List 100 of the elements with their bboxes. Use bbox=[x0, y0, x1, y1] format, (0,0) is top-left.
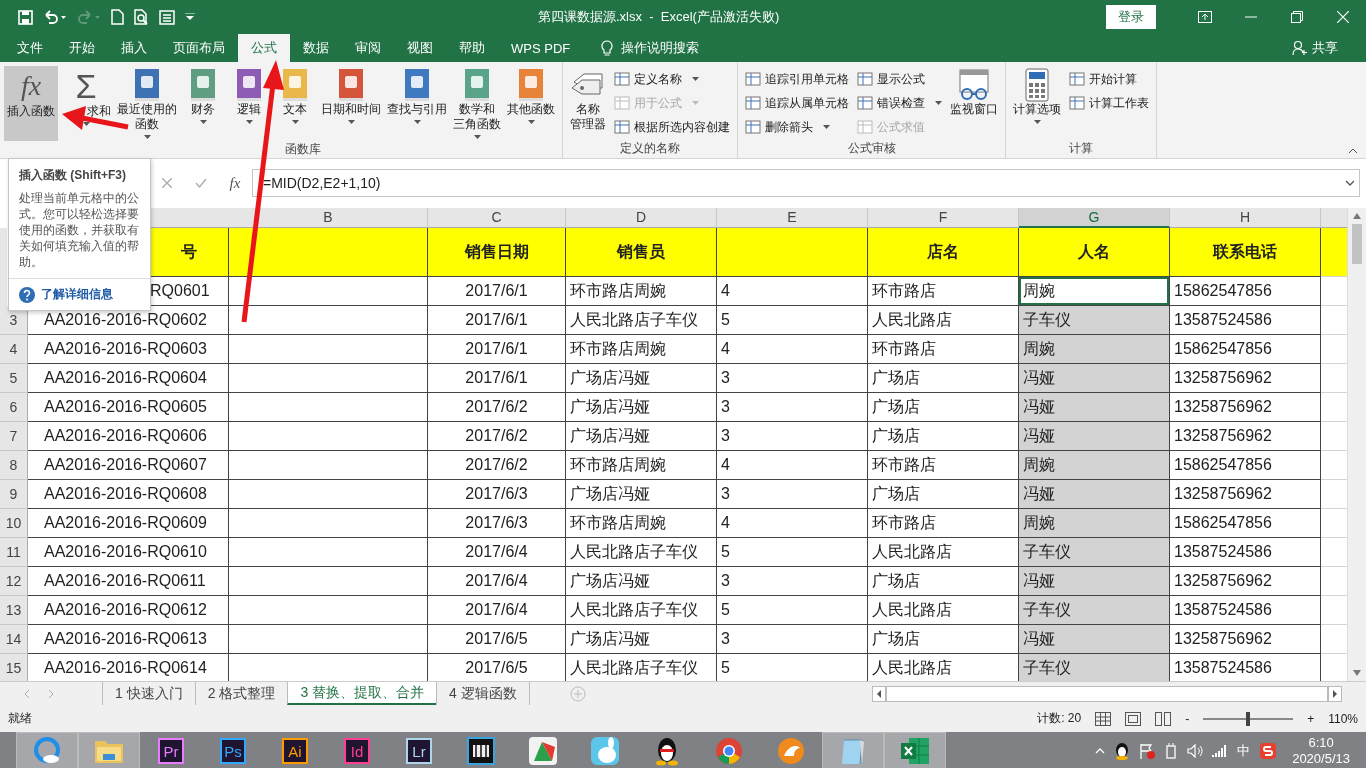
device-icon[interactable] bbox=[1164, 743, 1179, 759]
table-cell: AA2016-2016-RQ0612 bbox=[28, 596, 229, 625]
toolbar-button[interactable] bbox=[43, 10, 67, 24]
ribbon-tab[interactable]: 页面布局 bbox=[160, 34, 238, 62]
row-header[interactable]: 11 bbox=[0, 538, 28, 567]
ribbon-tab[interactable]: 插入 bbox=[108, 34, 160, 62]
ribbon-button[interactable]: 计算工作表 bbox=[1066, 92, 1152, 114]
column-header[interactable]: C bbox=[428, 208, 566, 228]
ribbon-button[interactable]: 定义名称 bbox=[611, 68, 733, 90]
ribbon-button[interactable]: 最近使用的 函数 bbox=[114, 66, 180, 141]
sheet-tab[interactable]: 3 替换、提取、合并 bbox=[287, 682, 437, 705]
column-header[interactable]: B bbox=[229, 208, 428, 228]
ribbon-button[interactable]: 追踪引用单元格 bbox=[742, 68, 852, 90]
taskbar-button[interactable]: Pr bbox=[140, 732, 202, 768]
normal-view-icon[interactable] bbox=[1095, 711, 1112, 726]
horizontal-scrollbar[interactable] bbox=[886, 685, 1328, 702]
toolbar-button[interactable] bbox=[111, 9, 124, 25]
next-sheet-icon[interactable] bbox=[48, 689, 54, 698]
row-header[interactable]: 10 bbox=[0, 509, 28, 538]
previous-sheet-icon[interactable] bbox=[24, 689, 30, 698]
scroll-left-icon[interactable] bbox=[872, 685, 886, 702]
taskbar-button[interactable]: Ps bbox=[202, 732, 264, 768]
table-cell: 13258756962 bbox=[1170, 364, 1321, 393]
column-header[interactable]: E bbox=[717, 208, 868, 228]
penguin-icon[interactable] bbox=[1114, 742, 1131, 760]
row-header[interactable]: 6 bbox=[0, 393, 28, 422]
ribbon-button[interactable]: 开始计算 bbox=[1066, 68, 1152, 90]
search-hint[interactable]: 操作说明搜索 bbox=[621, 39, 700, 57]
clock-time[interactable]: 6:10 bbox=[1308, 735, 1334, 751]
flag-icon[interactable] bbox=[1139, 743, 1156, 759]
row-header[interactable]: 7 bbox=[0, 422, 28, 451]
page-break-icon[interactable] bbox=[1155, 711, 1172, 726]
ribbon-tab[interactable]: WPS PDF bbox=[498, 34, 584, 62]
formula-field[interactable]: =MID(D2,E2+1,10) bbox=[252, 169, 1360, 197]
ribbon-button[interactable]: 错误检查 bbox=[854, 92, 945, 114]
ribbon-button[interactable]: 名称 管理器 bbox=[567, 66, 609, 140]
ribbon-tab[interactable]: 开始 bbox=[56, 34, 108, 62]
ribbon-button[interactable]: 数学和 三角函数 bbox=[450, 66, 504, 141]
row-header[interactable]: 8 bbox=[0, 451, 28, 480]
show-hidden-icon[interactable] bbox=[1095, 748, 1106, 754]
ribbon-button[interactable]: 日期和时间 bbox=[318, 66, 384, 141]
column-header[interactable]: G bbox=[1019, 208, 1170, 228]
input-method-indicator[interactable]: 中 bbox=[1237, 742, 1251, 760]
ribbon-tab[interactable]: 文件 bbox=[4, 34, 56, 62]
row-header[interactable]: 14 bbox=[0, 625, 28, 654]
ribbon-tab[interactable]: 视图 bbox=[394, 34, 446, 62]
row-header[interactable]: 5 bbox=[0, 364, 28, 393]
toolbar-button[interactable] bbox=[185, 13, 195, 21]
table-cell: AA2016-2016-RQ0603 bbox=[28, 335, 229, 364]
folder-icon bbox=[94, 738, 124, 764]
ribbon-button[interactable]: 监视窗口 bbox=[947, 66, 1001, 140]
taskbar-button[interactable]: Lr bbox=[388, 732, 450, 768]
login-button[interactable]: 登录 bbox=[1106, 5, 1156, 29]
clock-date[interactable]: 2020/5/13 bbox=[1292, 751, 1350, 767]
ribbon-button[interactable]: 显示公式 bbox=[854, 68, 945, 90]
ribbon-button[interactable]: fx 插入函数 bbox=[4, 66, 58, 141]
toolbar-button[interactable] bbox=[18, 9, 33, 25]
share-button[interactable]: 共享 bbox=[1286, 34, 1344, 62]
ribbon-button[interactable]: 逻辑 bbox=[226, 66, 272, 141]
scroll-up-icon[interactable] bbox=[1352, 212, 1362, 220]
row-header[interactable]: 13 bbox=[0, 596, 28, 625]
toolbar-button[interactable] bbox=[134, 9, 149, 25]
zoom-thumb[interactable] bbox=[1246, 711, 1251, 726]
zoom-level[interactable]: 110% bbox=[1328, 711, 1358, 726]
ribbon-button[interactable]: 追踪从属单元格 bbox=[742, 92, 852, 114]
ribbon-button[interactable]: 财务 bbox=[180, 66, 226, 141]
column-header[interactable]: F bbox=[868, 208, 1019, 228]
ribbon-tab[interactable]: 数据 bbox=[290, 34, 342, 62]
ribbon-button[interactable]: 查找与引用 bbox=[384, 66, 450, 141]
row-header[interactable]: 4 bbox=[0, 335, 28, 364]
learn-more-link[interactable]: 了解详细信息 bbox=[41, 286, 113, 303]
scrollbar-thumb[interactable] bbox=[1352, 224, 1362, 264]
taskbar-button[interactable]: Id bbox=[326, 732, 388, 768]
speaker-icon[interactable] bbox=[1187, 744, 1204, 758]
ribbon-button[interactable]: 其他函数 bbox=[504, 66, 558, 141]
scroll-right-icon[interactable] bbox=[1328, 685, 1342, 702]
table-cell: 15862547856 bbox=[1170, 509, 1321, 538]
ribbon-tab[interactable]: 帮助 bbox=[446, 34, 498, 62]
zoom-out-button[interactable]: - bbox=[1185, 711, 1190, 726]
zoom-in-button[interactable]: + bbox=[1307, 711, 1315, 726]
ribbon-button[interactable]: 计算选项 bbox=[1010, 66, 1064, 140]
ribbon-button[interactable]: 根据所选内容创建 bbox=[611, 116, 733, 138]
expand-icon[interactable] bbox=[1345, 180, 1355, 186]
taskbar-button[interactable]: Ai bbox=[264, 732, 326, 768]
column-header[interactable]: D bbox=[566, 208, 717, 228]
ribbon-tab[interactable]: 审阅 bbox=[342, 34, 394, 62]
ribbon-tab[interactable]: 公式 bbox=[238, 34, 290, 62]
row-header[interactable]: 9 bbox=[0, 480, 28, 509]
signal-icon[interactable] bbox=[1212, 744, 1229, 758]
ribbon-button[interactable]: Σ 求和 bbox=[58, 66, 114, 141]
input-method-icon[interactable] bbox=[1259, 742, 1278, 760]
insert-function-button[interactable]: fx bbox=[218, 174, 252, 192]
row-header[interactable]: 12 bbox=[0, 567, 28, 596]
row-header[interactable]: 15 bbox=[0, 654, 28, 681]
toolbar-button[interactable] bbox=[159, 9, 175, 25]
scroll-down-icon[interactable] bbox=[1352, 669, 1362, 677]
collapse-icon[interactable] bbox=[1348, 148, 1358, 154]
column-header[interactable]: H bbox=[1170, 208, 1321, 228]
ribbon-button[interactable]: 删除箭头 bbox=[742, 116, 852, 138]
page-layout-icon[interactable] bbox=[1125, 711, 1142, 726]
